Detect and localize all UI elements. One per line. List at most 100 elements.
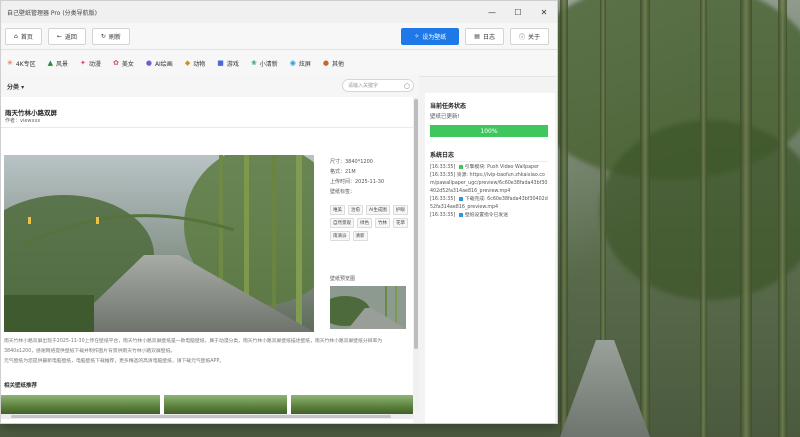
vertical-scrollbar[interactable]	[413, 97, 419, 411]
tag[interactable]: 清新	[352, 231, 368, 241]
refresh-icon: ↻	[100, 32, 106, 40]
related-thumbnails	[1, 395, 413, 415]
minimize-button[interactable]: —	[479, 1, 505, 23]
category-nav: ✳ 4K专区 ▲ 风景 ✦ 动漫 ✿ 美女 ● AI绘画 ◆ 动物 ■ 游戏 ❀ 小清新 ◉ 炫屏…	[1, 50, 557, 77]
wallpaper-filesize: 格式：21M	[330, 169, 356, 175]
bamboo-path-image	[4, 155, 314, 332]
sparkle-icon: ✧	[414, 33, 420, 40]
wallpaper-size: 尺寸：3840*1200	[330, 159, 373, 165]
tag[interactable]: 治愈	[348, 205, 363, 215]
description-text: 雨天竹林小路双屏出现于2025-11-30上传在壁纸平台，雨天竹林小路双屏壁纸是…	[4, 339, 383, 354]
filter-bar: 分类 ▾ 请输入关键字 ○	[1, 75, 419, 98]
success-icon	[458, 164, 463, 169]
wallpaper-description: 雨天竹林小路双屏出现于2025-11-30上传在壁纸平台，雨天竹林小路双屏壁纸是…	[4, 337, 412, 367]
category-4k[interactable]: ✳ 4K专区	[3, 59, 40, 68]
refresh-label: 刷新	[108, 33, 121, 41]
tag[interactable]: 花草	[393, 218, 408, 228]
progress-bar: 100%	[430, 125, 548, 137]
related-thumbnail[interactable]	[290, 395, 413, 415]
related-thumbnail[interactable]	[164, 395, 287, 415]
log-title: 系统日志	[430, 152, 455, 159]
search-input[interactable]: 请输入关键字 ○	[342, 79, 414, 92]
anime-icon: ✦	[80, 59, 86, 67]
status-panel: 当前任务状态 壁纸已更新! 100% 系统日志 [16:33:35] 引擎模块:…	[425, 93, 555, 423]
monitor-icon: ◉	[289, 59, 296, 67]
category-game[interactable]: ■ 游戏	[213, 59, 243, 68]
tag[interactable]: 绿色	[357, 218, 372, 228]
search-icon[interactable]: ○	[404, 82, 410, 90]
horizontal-scrollbar[interactable]	[1, 414, 413, 419]
back-label: 返回	[64, 33, 77, 41]
category-beauty[interactable]: ✿ 美女	[109, 59, 138, 68]
system-log: [16:33:35] 引擎模块: Push Video Wallpaper [1…	[430, 161, 548, 316]
toolbar: ⌂ 首页 ← 返回 ↻ 刷新 ✧ 设为壁纸 ▤ 日志 ⓘ 关于	[1, 23, 557, 50]
preview-image	[330, 286, 406, 329]
preview-label: 壁纸预览图	[330, 276, 356, 282]
close-button[interactable]: ✕	[531, 1, 557, 23]
category-other[interactable]: ● 其他	[319, 59, 348, 68]
download-icon	[458, 196, 463, 201]
log-line: [16:33:35] 资源: https://ivip-baofun.zhkai…	[430, 173, 548, 194]
tag[interactable]: 唯美	[330, 205, 345, 215]
paw-icon: ◆	[184, 59, 191, 67]
circle-icon: ●	[322, 59, 329, 67]
home-button[interactable]: ⌂ 首页	[5, 27, 42, 45]
document-icon: ▤	[474, 33, 480, 40]
category-ai-art[interactable]: ● AI绘画	[142, 59, 177, 68]
ai-icon: ●	[145, 59, 152, 67]
log-line: [16:33:35] 引擎模块: Push Video Wallpaper	[430, 164, 540, 170]
wallpaper-author: 作者：viewxxx	[5, 118, 41, 124]
progress-label: 100%	[480, 127, 498, 135]
app-window: 自己壁纸管理器 Pro (分类导航版) — ☐ ✕ ⌂ 首页 ← 返回 ↻ 刷新…	[0, 0, 558, 424]
wallpaper-detail: 雨天竹林小路双屏 作者：viewxxx 尺寸：3840*1200 格式：21M …	[1, 97, 413, 423]
refresh-button[interactable]: ↻ 刷新	[91, 27, 130, 45]
wallpaper-info: 尺寸：3840*1200 格式：21M 上传时间：2025-11-30 壁纸标签…	[330, 157, 384, 197]
log-button[interactable]: ▤ 日志	[465, 28, 504, 45]
wallpaper-image[interactable]	[4, 155, 314, 332]
maximize-button[interactable]: ☐	[505, 1, 531, 23]
about-button[interactable]: ⓘ 关于	[509, 28, 549, 45]
back-arrow-icon: ←	[56, 32, 62, 40]
scrollbar-thumb[interactable]	[414, 99, 418, 349]
leaf-icon: ❀	[250, 59, 257, 67]
tag[interactable]: 竹林	[375, 218, 390, 228]
tag[interactable]: AI生成图	[366, 205, 390, 215]
info-square-icon	[458, 212, 463, 217]
log-line: [16:33:35] 下载完成: 6c60e38fada43bf30402d52…	[430, 196, 548, 210]
about-label: 关于	[527, 34, 540, 41]
status-title: 当前任务状态	[430, 103, 467, 110]
detail-panel: 分类 ▾ 请输入关键字 ○ 雨天竹林小路双屏 作者：viewxxx 尺寸：384…	[1, 75, 419, 423]
flower-icon: ✿	[112, 59, 119, 67]
title-bar[interactable]: 自己壁纸管理器 Pro (分类导航版) — ☐ ✕	[1, 1, 557, 23]
related-thumbnail[interactable]	[1, 395, 161, 415]
category-landscape[interactable]: ▲ 风景	[44, 59, 72, 68]
wallpaper-tags-label: 壁纸标签：	[330, 189, 356, 195]
scrollbar-thumb[interactable]	[11, 415, 391, 418]
home-icon: ⌂	[14, 32, 18, 40]
back-button[interactable]: ← 返回	[47, 27, 86, 45]
tag[interactable]: 雨滴派	[330, 231, 350, 241]
log-line: [16:33:35] 壁纸设置指令已发送	[430, 212, 508, 218]
category-fresh[interactable]: ❀ 小清新	[247, 59, 282, 68]
related-heading: 相关壁纸推荐	[4, 383, 38, 389]
preview-thumbnail[interactable]	[330, 286, 406, 329]
wallpaper-date: 上传时间：2025-11-30	[330, 179, 385, 185]
divider	[1, 127, 413, 128]
wallpaper-title: 雨天竹林小路双屏	[5, 109, 57, 117]
sort-dropdown[interactable]: 分类 ▾	[7, 82, 24, 91]
mountain-icon: ▲	[47, 59, 54, 67]
status-text: 壁纸已更新!	[430, 114, 460, 120]
tag[interactable]: 自然景观	[330, 218, 354, 228]
category-anime[interactable]: ✦ 动漫	[76, 59, 105, 68]
tag[interactable]: 护眼	[392, 205, 408, 215]
category-screen[interactable]: ◉ 炫屏	[286, 59, 315, 68]
progress-fill: 100%	[430, 125, 548, 137]
home-label: 首页	[20, 33, 33, 41]
search-placeholder: 请输入关键字	[348, 83, 379, 89]
set-wallpaper-label: 设为壁纸	[422, 34, 447, 41]
set-wallpaper-button[interactable]: ✧ 设为壁纸	[401, 28, 460, 45]
category-animal[interactable]: ◆ 动物	[181, 59, 209, 68]
gamepad-icon: ■	[217, 59, 224, 67]
star-icon: ✳	[7, 59, 13, 67]
description-note: 元气壁纸为您提供最新电脑壁纸，电脑壁纸下载推荐，更多精选的高清电脑壁纸，请下载元…	[4, 359, 225, 364]
